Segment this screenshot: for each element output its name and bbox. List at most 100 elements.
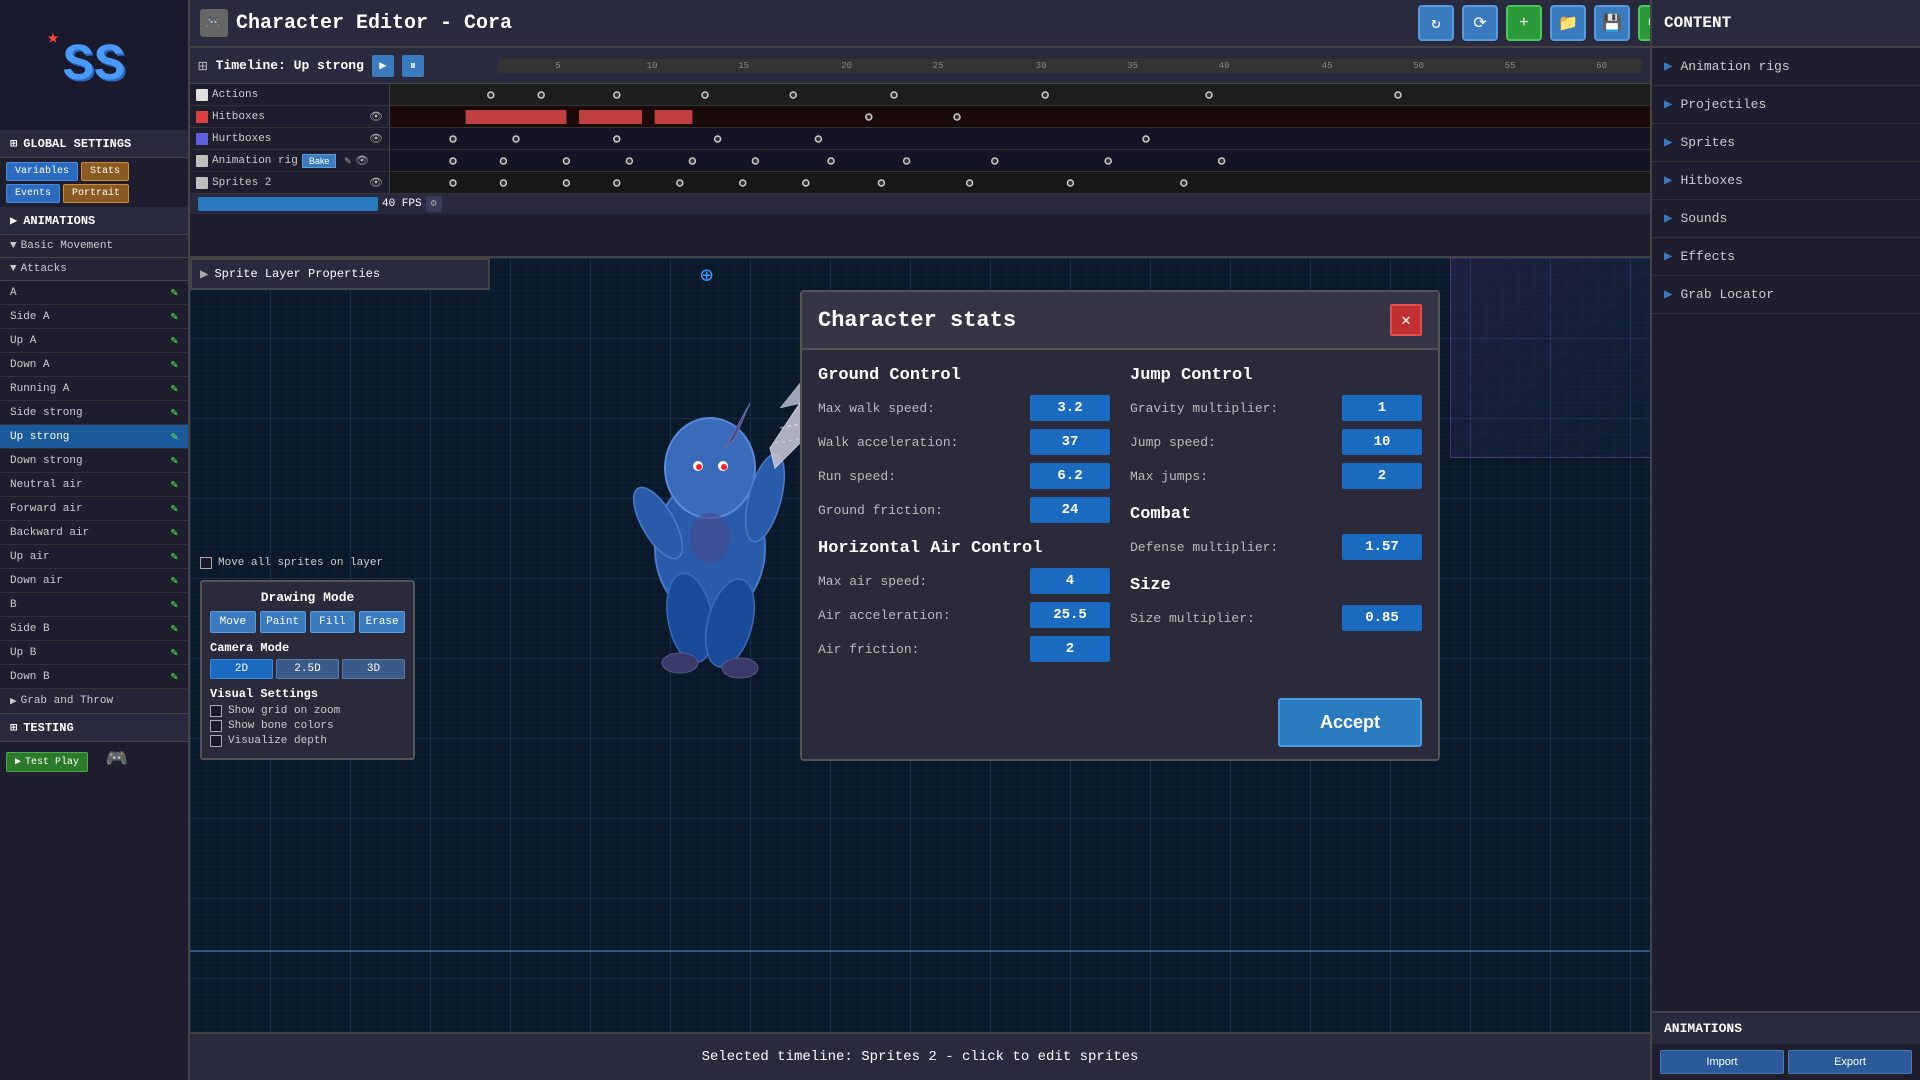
play-icon: ▶ (15, 756, 21, 768)
bake-button[interactable]: Bake (302, 154, 337, 168)
anim-item-up-a[interactable]: Up A ✎ (0, 329, 188, 353)
add-btn[interactable]: + (1506, 5, 1542, 41)
anim-item-side-b-label: Side B (10, 623, 50, 635)
erase-button[interactable]: Erase (359, 611, 405, 633)
anim-item-down-b[interactable]: Down B ✎ (0, 665, 188, 689)
portrait-button[interactable]: Portrait (63, 184, 129, 203)
chevron-grab-icon: ▶ (10, 694, 17, 708)
testing-header[interactable]: ⊞ TESTING (0, 714, 188, 742)
edit-icon-side-strong: ✎ (171, 405, 178, 420)
track-actions-label: Actions (212, 89, 258, 101)
ground-friction-value[interactable]: 24 (1030, 497, 1110, 523)
camera-2-5d-button[interactable]: 2.5D (276, 659, 339, 679)
content-effects[interactable]: ▶ Effects (1652, 238, 1920, 276)
track-anim-rig-color (196, 155, 208, 167)
redo-btn[interactable]: ⟳ (1462, 5, 1498, 41)
edit-icon-up-air: ✎ (171, 549, 178, 564)
paint-button[interactable]: Paint (260, 611, 306, 633)
anim-item-forward-air[interactable]: Forward air ✎ (0, 497, 188, 521)
content-sprites[interactable]: ▶ Sprites (1652, 124, 1920, 162)
save-btn[interactable]: 💾 (1594, 5, 1630, 41)
refresh-btn[interactable]: ↻ (1418, 5, 1454, 41)
move-button[interactable]: Move (210, 611, 256, 633)
arrow-sounds-icon: ▶ (1664, 210, 1672, 227)
global-settings-header[interactable]: ⊞ GLOBAL SETTINGS (0, 130, 188, 158)
anim-item-neutral-air-label: Neutral air (10, 479, 83, 491)
move-sprites-checkbox[interactable] (200, 557, 212, 569)
anim-item-down-a-label: Down A (10, 359, 50, 371)
anim-item-down-air[interactable]: Down air ✎ (0, 569, 188, 593)
anim-item-up-air[interactable]: Up air ✎ (0, 545, 188, 569)
max-walk-speed-value[interactable]: 3.2 (1030, 395, 1110, 421)
variables-button[interactable]: Variables (6, 162, 78, 181)
camera-mode-buttons: 2D 2.5D 3D (210, 659, 405, 679)
anim-item-backward-air[interactable]: Backward air ✎ (0, 521, 188, 545)
anim-item-neutral-air[interactable]: Neutral air ✎ (0, 473, 188, 497)
air-acceleration-value[interactable]: 25.5 (1030, 602, 1110, 628)
anim-item-up-strong[interactable]: Up strong ✎ (0, 425, 188, 449)
show-bone-checkbox[interactable] (210, 720, 222, 732)
ground-friction-row: Ground friction: 24 (818, 497, 1110, 523)
max-jumps-value[interactable]: 2 (1342, 463, 1422, 489)
anim-item-side-strong[interactable]: Side strong ✎ (0, 401, 188, 425)
content-hitboxes[interactable]: ▶ Hitboxes (1652, 162, 1920, 200)
settings-icon: ⚙ (431, 198, 437, 210)
anim-item-a-label: A (10, 287, 17, 299)
eye-sprites2-icon[interactable]: 👁 (369, 176, 383, 190)
viewport-floor (190, 950, 1650, 952)
folder-btn[interactable]: 📁 (1550, 5, 1586, 41)
jump-speed-value[interactable]: 10 (1342, 429, 1422, 455)
eye-hitboxes-icon[interactable]: 👁 (369, 110, 383, 124)
arrow-sprites-icon: ▶ (1664, 134, 1672, 151)
anim-item-down-a[interactable]: Down A ✎ (0, 353, 188, 377)
run-speed-value[interactable]: 6.2 (1030, 463, 1110, 489)
content-animation-rigs[interactable]: ▶ Animation rigs (1652, 48, 1920, 86)
stats-close-button[interactable]: ✕ (1390, 304, 1422, 336)
content-projectiles[interactable]: ▶ Projectiles (1652, 86, 1920, 124)
character-stats-panel: Character stats ✕ Ground Control Max wal… (800, 290, 1440, 761)
timeline-settings-btn[interactable]: ⚙ (426, 196, 442, 212)
size-multiplier-value[interactable]: 0.85 (1342, 605, 1422, 631)
basic-movement-header[interactable]: ▼ Basic Movement (0, 235, 188, 258)
test-play-button[interactable]: ▶ Test Play (6, 752, 88, 772)
gravity-multiplier-value[interactable]: 1 (1342, 395, 1422, 421)
anim-item-up-b[interactable]: Up B ✎ (0, 641, 188, 665)
show-grid-checkbox[interactable] (210, 705, 222, 717)
fill-button[interactable]: Fill (310, 611, 356, 633)
pencil-anim-icon[interactable]: ✎ (344, 154, 351, 168)
anim-item-b[interactable]: B ✎ (0, 593, 188, 617)
anim-item-a[interactable]: A ✎ (0, 281, 188, 305)
eye-anim-icon[interactable]: 👁 (355, 154, 369, 168)
anim-item-down-strong[interactable]: Down strong ✎ (0, 449, 188, 473)
camera-2d-button[interactable]: 2D (210, 659, 273, 679)
import-button[interactable]: Import (1660, 1050, 1784, 1074)
defense-multiplier-value[interactable]: 1.57 (1342, 534, 1422, 560)
track-hitboxes-color (196, 111, 208, 123)
timeline-play-button[interactable]: ▶ (372, 55, 394, 77)
stats-button[interactable]: Stats (81, 162, 129, 181)
camera-3d-button[interactable]: 3D (342, 659, 405, 679)
track-anim-rig: Animation rig Bake ✎ 👁 (190, 150, 1650, 172)
track-anim-rig-label: Animation rig (212, 155, 298, 167)
anim-item-side-b[interactable]: Side B ✎ (0, 617, 188, 641)
anim-item-running-a[interactable]: Running A ✎ (0, 377, 188, 401)
grid-icon: ⊞ (10, 136, 17, 151)
max-air-speed-value[interactable]: 4 (1030, 568, 1110, 594)
accept-button[interactable]: Accept (1278, 698, 1422, 747)
export-button[interactable]: Export (1788, 1050, 1912, 1074)
events-button[interactable]: Events (6, 184, 60, 203)
content-grab-locator[interactable]: ▶ Grab Locator (1652, 276, 1920, 314)
animations-header[interactable]: ▶ ANIMATIONS (0, 207, 188, 235)
import-export-row: Import Export (1652, 1044, 1920, 1080)
anim-item-side-a[interactable]: Side A ✎ (0, 305, 188, 329)
air-friction-value[interactable]: 2 (1030, 636, 1110, 662)
crosshair-icon: ⊕ (700, 263, 713, 289)
timeline-header: ⊞ Timeline: Up strong ▶ ⏸ 5 10 15 20 25 … (190, 48, 1650, 84)
content-sounds[interactable]: ▶ Sounds (1652, 200, 1920, 238)
walk-acceleration-value[interactable]: 37 (1030, 429, 1110, 455)
timeline-pause-button[interactable]: ⏸ (402, 55, 424, 77)
attacks-header[interactable]: ▼ Attacks (0, 258, 188, 281)
grab-throw-header[interactable]: ▶ Grab and Throw (0, 689, 188, 714)
visualize-depth-checkbox[interactable] (210, 735, 222, 747)
eye-hurtboxes-icon[interactable]: 👁 (369, 132, 383, 146)
